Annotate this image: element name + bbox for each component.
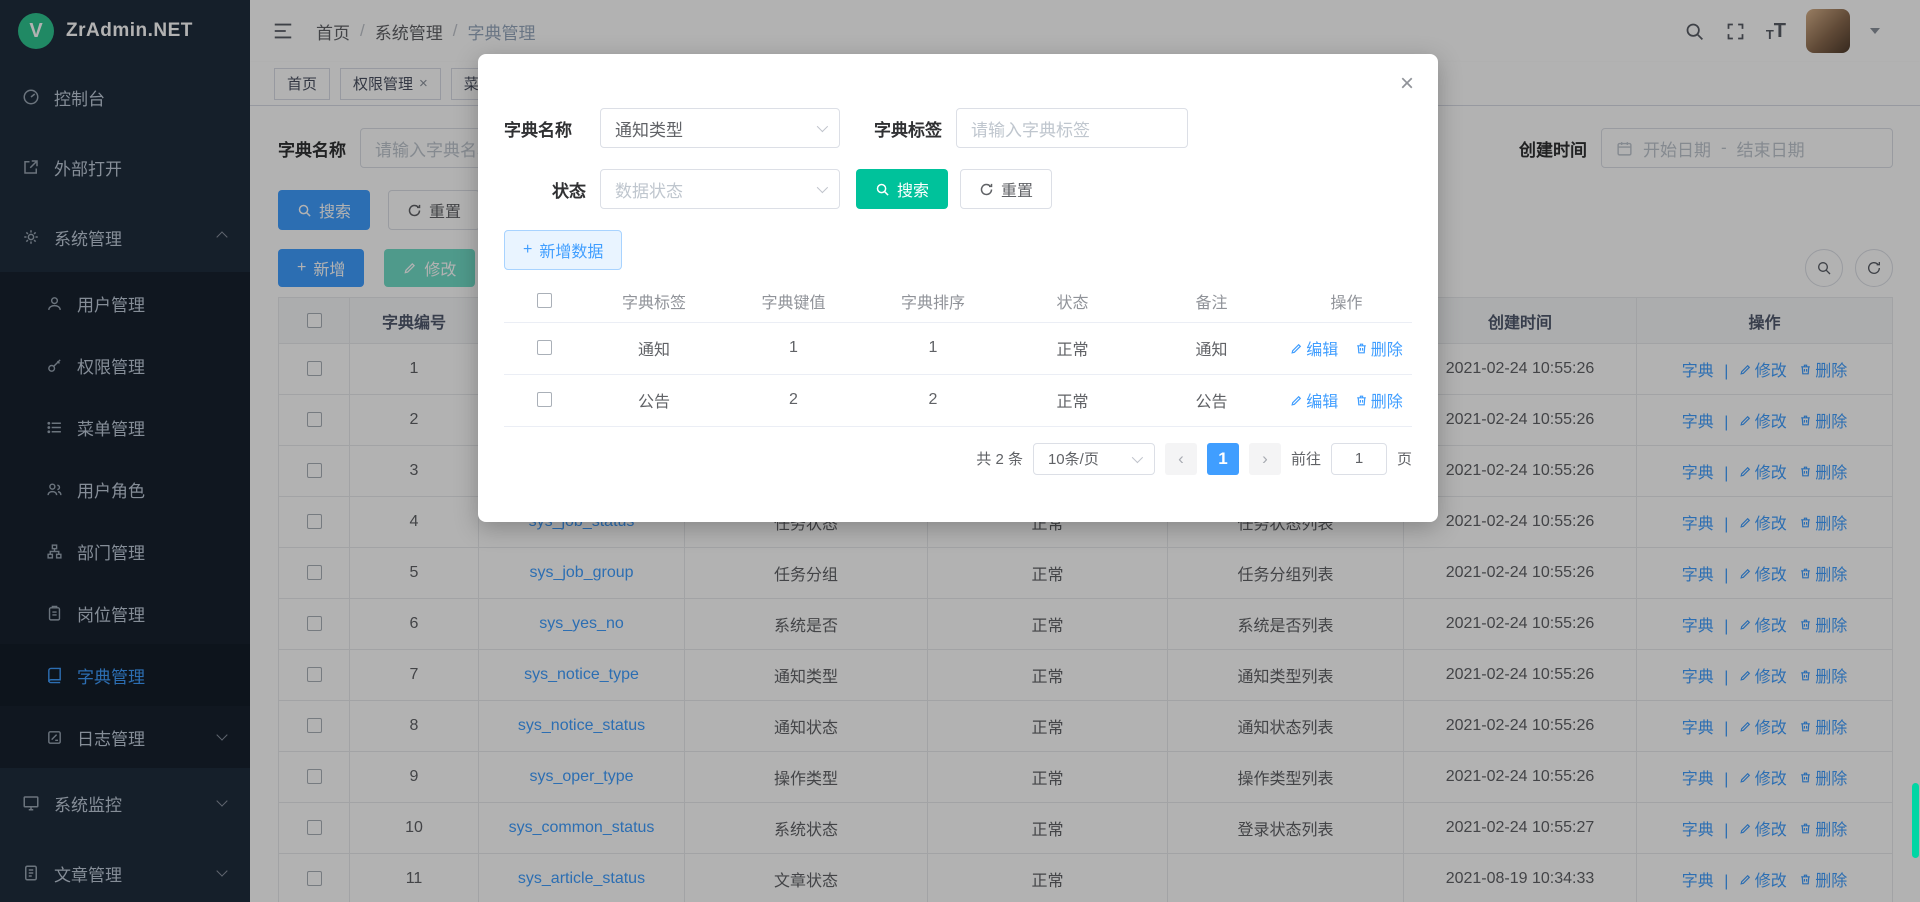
cell-dict-label: 公告 (584, 374, 724, 426)
status-label: 状态 (504, 177, 586, 202)
dict-name-label: 字典名称 (504, 116, 586, 141)
header-dict-label: 字典标签 (584, 280, 724, 322)
prev-page-button[interactable]: ‹ (1165, 443, 1197, 475)
goto-page-input[interactable]: 1 (1331, 443, 1387, 475)
next-page-button[interactable]: › (1249, 443, 1281, 475)
cell-remark: 公告 (1142, 374, 1281, 426)
dict-data-table: 字典标签 字典键值 字典排序 状态 备注 操作 通知 1 1 正常 通知 编辑 (504, 280, 1412, 427)
header-status: 状态 (1003, 280, 1142, 322)
cell-dict-label: 通知 (584, 322, 724, 374)
modal-table-row: 通知 1 1 正常 通知 编辑 删除 (504, 322, 1412, 374)
edit-link[interactable]: 编辑 (1290, 388, 1338, 412)
edit-link[interactable]: 编辑 (1290, 336, 1338, 360)
page-size-select[interactable]: 10条/页 (1033, 443, 1155, 475)
cell-dict-value: 1 (724, 322, 863, 374)
row-checkbox[interactable] (537, 392, 552, 407)
close-icon[interactable]: × (1400, 72, 1414, 96)
pagination: 共 2 条 10条/页 ‹ 1 › 前往 1 页 (504, 443, 1412, 475)
chevron-down-icon (817, 121, 828, 132)
cell-dict-value: 2 (724, 374, 863, 426)
status-select[interactable]: 数据状态 (600, 169, 840, 209)
current-page-button[interactable]: 1 (1207, 443, 1239, 475)
dict-name-select[interactable]: 通知类型 (600, 108, 840, 148)
chevron-down-icon (817, 182, 828, 193)
dict-label-label: 字典标签 (874, 116, 942, 141)
chevron-down-icon (1132, 451, 1143, 462)
header-actions: 操作 (1281, 280, 1412, 322)
modal-search-button[interactable]: 搜索 (856, 169, 948, 209)
cell-status: 正常 (1003, 322, 1142, 374)
delete-link[interactable]: 删除 (1355, 388, 1403, 412)
header-dict-sort: 字典排序 (863, 280, 1003, 322)
cell-dict-sort: 1 (863, 322, 1003, 374)
pagination-total: 共 2 条 (976, 448, 1023, 469)
scrollbar-thumb[interactable] (1912, 783, 1919, 858)
select-all-checkbox[interactable] (537, 293, 552, 308)
goto-label: 前往 (1291, 448, 1321, 469)
modal-reset-button[interactable]: 重置 (960, 169, 1052, 209)
header-remark: 备注 (1142, 280, 1281, 322)
add-data-button[interactable]: + 新增数据 (504, 230, 622, 270)
dict-label-input[interactable]: 请输入字典标签 (956, 108, 1188, 148)
modal-table-header-row: 字典标签 字典键值 字典排序 状态 备注 操作 (504, 280, 1412, 322)
header-dict-value: 字典键值 (724, 280, 863, 322)
delete-link[interactable]: 删除 (1355, 336, 1403, 360)
row-checkbox[interactable] (537, 340, 552, 355)
page-unit-label: 页 (1397, 448, 1412, 469)
modal-table-row: 公告 2 2 正常 公告 编辑 删除 (504, 374, 1412, 426)
cell-status: 正常 (1003, 374, 1142, 426)
plus-icon: + (523, 241, 532, 259)
cell-remark: 通知 (1142, 322, 1281, 374)
cell-dict-sort: 2 (863, 374, 1003, 426)
dict-data-dialog: × 字典名称 通知类型 字典标签 请输入字典标签 状态 数据状态 搜索 重置 +… (478, 54, 1438, 522)
